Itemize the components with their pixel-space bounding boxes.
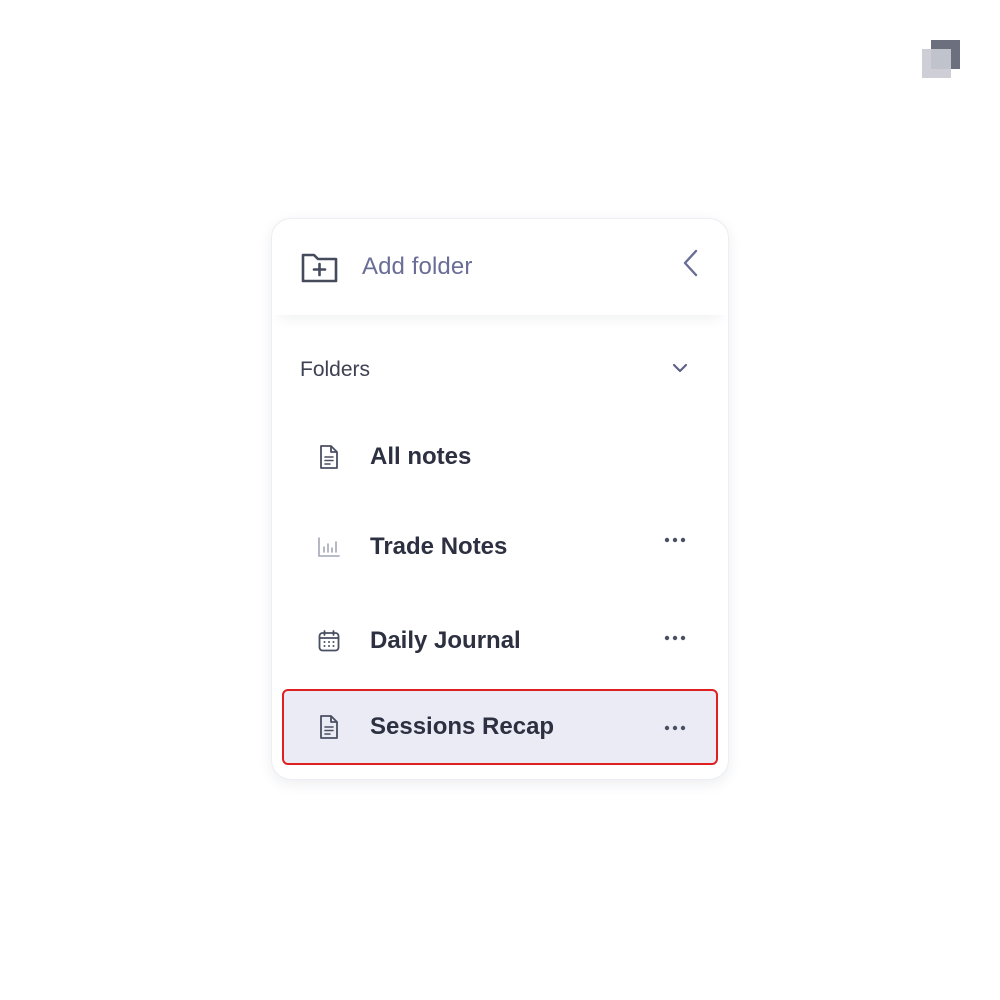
- add-folder-button[interactable]: Add folder: [300, 247, 472, 287]
- folders-section-header: Folders: [300, 353, 692, 387]
- more-options-button[interactable]: [662, 529, 688, 549]
- app-logo: [922, 40, 960, 78]
- more-options-button[interactable]: [662, 717, 688, 737]
- panel-header: Add folder: [272, 219, 728, 315]
- calendar-icon: [316, 628, 342, 654]
- more-options-button[interactable]: [662, 627, 688, 647]
- folder-label: Daily Journal: [370, 627, 521, 654]
- folder-item-daily-journal[interactable]: Daily Journal: [282, 603, 718, 679]
- folders-section-label: Folders: [300, 358, 371, 381]
- folder-item-all-notes[interactable]: All notes: [282, 419, 718, 495]
- document-icon: [316, 444, 342, 470]
- folder-plus-icon: [300, 250, 340, 284]
- folder-label: Sessions Recap: [370, 713, 555, 740]
- bar-chart-icon: [316, 534, 342, 560]
- folders-panel: Add folder Folders All notes Trade Notes…: [271, 218, 729, 780]
- folder-item-trade-notes[interactable]: Trade Notes: [282, 509, 718, 585]
- logo-square-front: [922, 49, 951, 78]
- more-horizontal-icon: [664, 530, 686, 548]
- chevron-down-icon: [671, 361, 689, 379]
- folder-label: All notes: [370, 443, 472, 470]
- chevron-left-icon: [682, 248, 700, 283]
- folder-label: Trade Notes: [370, 533, 508, 560]
- folder-item-sessions-recap[interactable]: Sessions Recap: [282, 689, 718, 765]
- collapse-panel-button[interactable]: [676, 247, 706, 283]
- more-horizontal-icon: [664, 718, 686, 736]
- folders-collapse-toggle[interactable]: [668, 358, 692, 382]
- document-icon: [316, 714, 342, 740]
- add-folder-label: Add folder: [362, 253, 473, 280]
- more-horizontal-icon: [664, 628, 686, 646]
